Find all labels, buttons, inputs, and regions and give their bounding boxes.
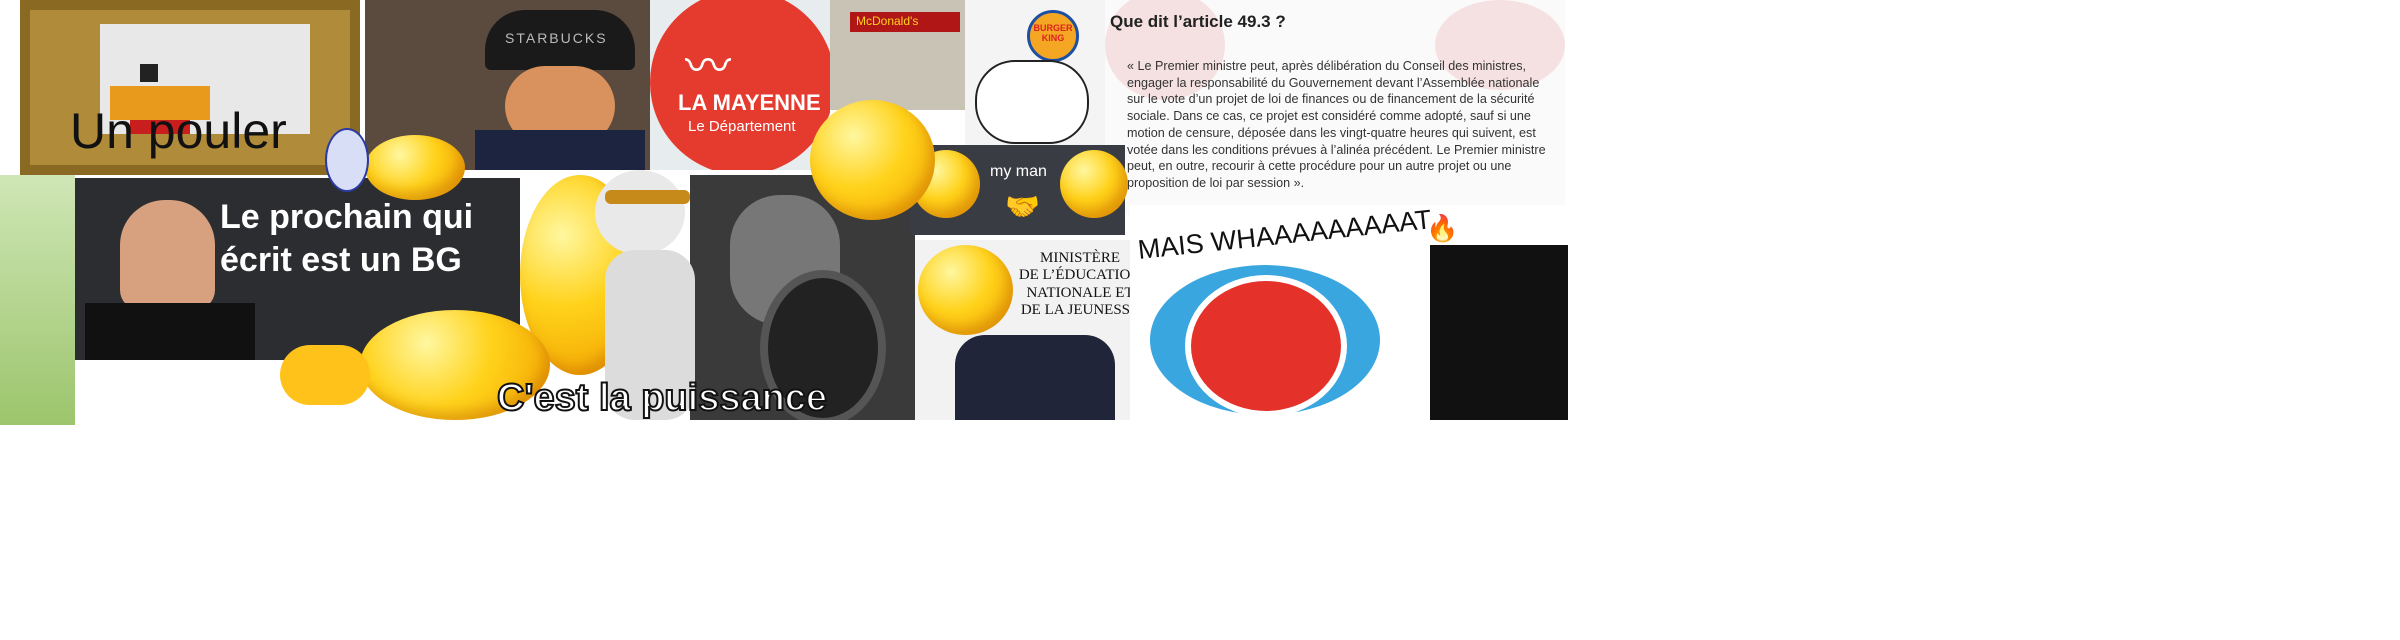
laughing-emoji bbox=[365, 135, 465, 200]
piano-image bbox=[1430, 245, 1568, 420]
mayenne-title: LA MAYENNE bbox=[678, 90, 821, 115]
flexing-arm bbox=[280, 345, 370, 405]
cap-text: STARBUCKS bbox=[505, 30, 608, 46]
taiko-drum-character bbox=[1150, 265, 1380, 417]
fire-icon: 🔥 bbox=[1426, 213, 1459, 243]
myman-right-emoji bbox=[1060, 150, 1128, 218]
mayenne-logo: 〰 LA MAYENNE Le Département bbox=[650, 0, 830, 170]
pointing-laughing-emoji bbox=[810, 100, 935, 220]
ministere-line4: DE LA JEUNESSE bbox=[1020, 301, 1140, 318]
mayenne-panel: 〰 LA MAYENNE Le Département bbox=[650, 0, 830, 170]
whaat-text: MAIS WHAAAAAAAAAT bbox=[1136, 205, 1433, 265]
eye-doodle bbox=[325, 128, 369, 192]
myman-text: my man bbox=[990, 163, 1047, 180]
bg-text: Le prochain qui écrit est un BG bbox=[220, 198, 474, 279]
mayenne-subtitle: Le Département bbox=[688, 118, 796, 135]
angry-emoji bbox=[918, 245, 1013, 335]
ministere-line2: DE L’ÉDUCATION bbox=[1018, 267, 1142, 284]
ministere-line3: NATIONALE ET bbox=[1026, 284, 1134, 301]
bk-logo: BURGER KING bbox=[1027, 10, 1079, 62]
burger-king-panel: BURGER KING bbox=[965, 0, 1105, 150]
cap-image: STARBUCKS bbox=[485, 10, 635, 70]
pouler-caption: Un pouler bbox=[70, 103, 287, 159]
bk-logo-bottom: KING bbox=[1041, 33, 1065, 43]
whaat-panel: MAIS WHAAAAAAAAAT 🔥 bbox=[1130, 205, 1568, 420]
handshake-icon: 🤝 bbox=[1005, 191, 1040, 222]
mcdonalds-sign: McDonald's bbox=[856, 14, 919, 28]
ministere-line1: MINISTÈRE bbox=[1040, 250, 1120, 266]
puissance-caption: C'est la puissance bbox=[496, 376, 828, 420]
article-panel: Que dit l’article 49.3 ? « Le Premier mi… bbox=[1105, 0, 1565, 215]
suit-image bbox=[475, 130, 645, 170]
suit-man-image bbox=[955, 335, 1115, 420]
article-title: Que dit l’article 49.3 ? bbox=[1110, 12, 1286, 31]
grass-image bbox=[0, 175, 75, 425]
pouler-panel: Un pouler bbox=[20, 0, 360, 175]
mcdonalds-panel: McDonald's bbox=[830, 0, 965, 110]
mayenne-bird-icon: 〰 bbox=[685, 40, 731, 92]
bk-logo-top: BURGER bbox=[1033, 23, 1073, 33]
man-image bbox=[120, 200, 215, 310]
ministere-text: MINISTÈRE DE L’ÉDUCATION NATIONALE ET DE… bbox=[1015, 250, 1145, 319]
sunglasses-icon bbox=[605, 190, 690, 204]
article-body: « Le Premier ministre peut, après délibé… bbox=[1127, 59, 1546, 191]
manga-face bbox=[975, 60, 1089, 144]
